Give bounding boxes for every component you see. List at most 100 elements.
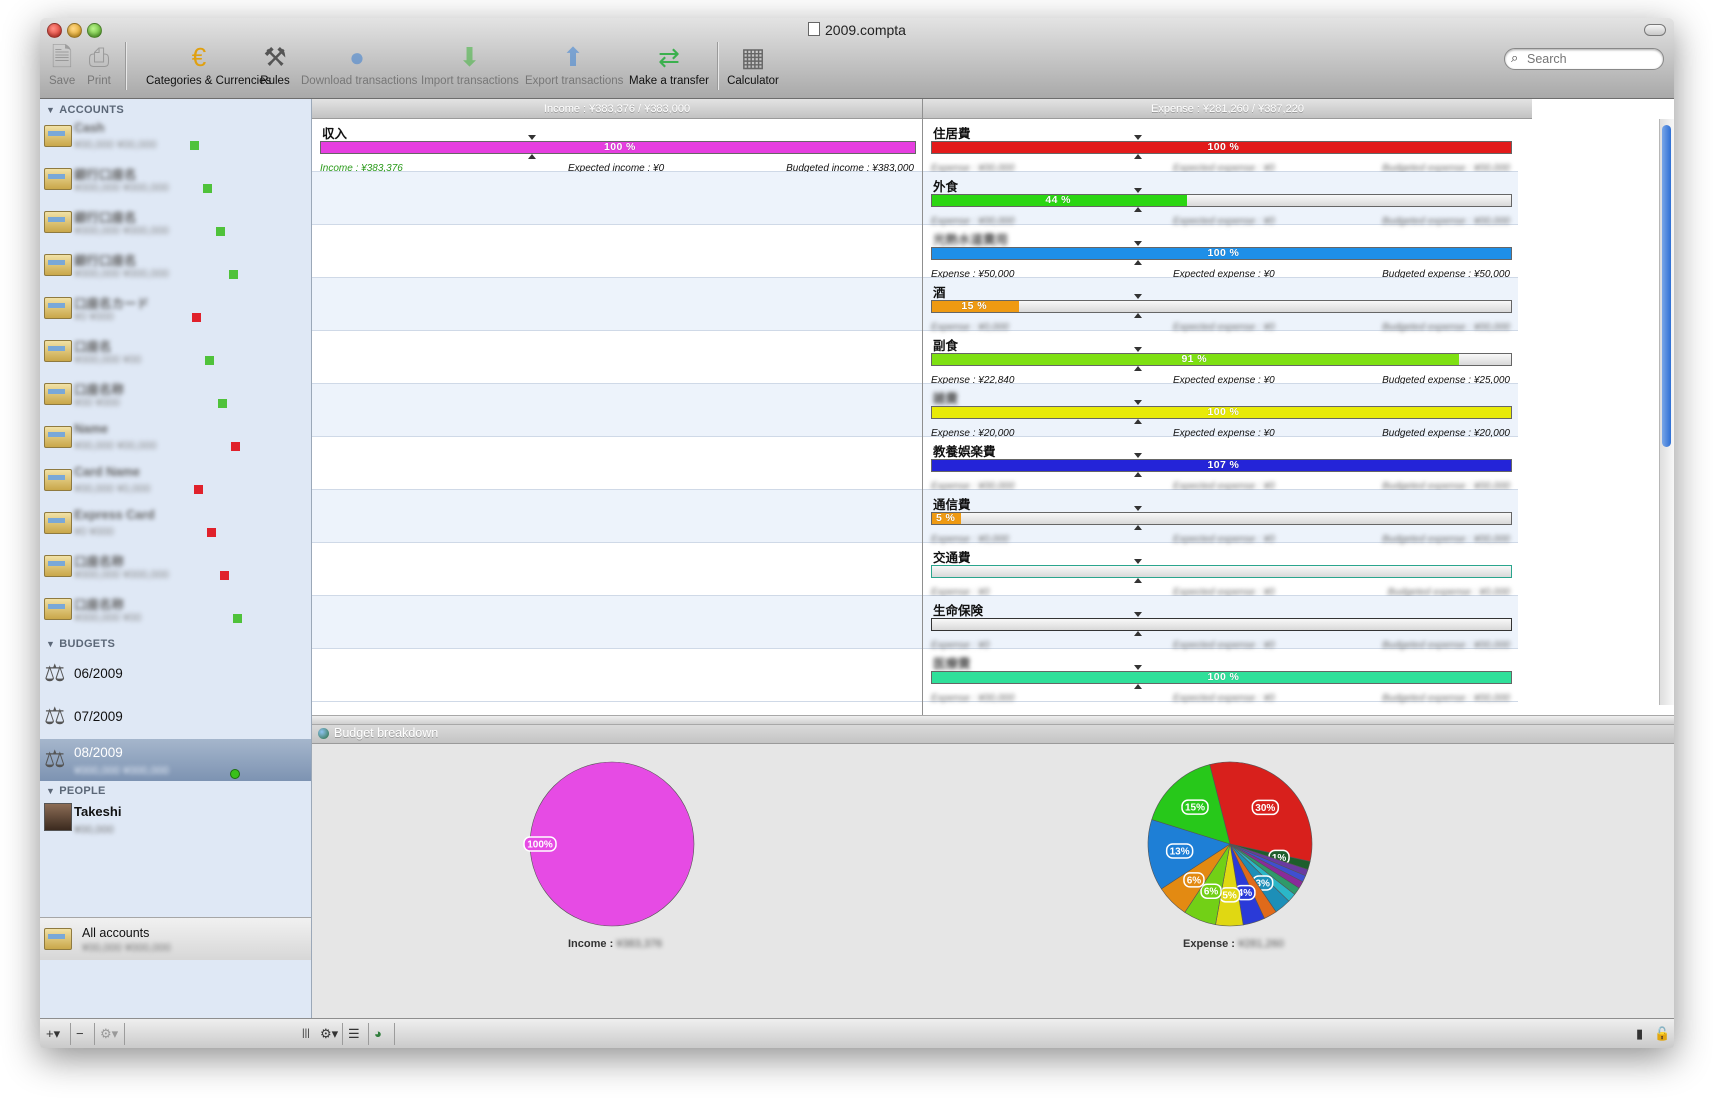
- print-button[interactable]: ⎙ Print: [84, 42, 114, 87]
- budget-category-row[interactable]: 収入 100 % Income : ¥383,376 Expected income …: [312, 119, 922, 174]
- sidebar-account-item[interactable]: Name ¥00,000 ¥00,000: [40, 418, 311, 461]
- budget-category-row[interactable]: 雑費 100 % Expense : ¥20,000 Expected expense…: [923, 384, 1518, 439]
- account-icon: [44, 340, 72, 362]
- account-status-indicator: [203, 184, 212, 193]
- account-icon: [44, 598, 72, 620]
- people-header-label: PEOPLE: [59, 785, 106, 797]
- avatar: [44, 803, 72, 831]
- accounts-section-header[interactable]: ▼ ACCOUNTS: [46, 104, 124, 116]
- budget-category-row[interactable]: 住居費 100 % Expense : ¥00,000 Expected expens…: [923, 119, 1518, 174]
- account-icon: [44, 168, 72, 190]
- all-accounts-subtitle: ¥00,000 ¥000,000: [82, 942, 171, 954]
- all-accounts-item[interactable]: All accounts ¥00,000 ¥000,000: [40, 917, 311, 960]
- pie-slice-label: 15%: [1181, 799, 1209, 815]
- expected-marker-icon: [1134, 347, 1142, 352]
- make-transfer-button[interactable]: ⇄ Make a transfer: [629, 42, 709, 87]
- calculator-button[interactable]: ▦ Calculator: [726, 42, 780, 87]
- import-transactions-button[interactable]: ⬇ Import transactions: [421, 42, 519, 87]
- budget-category-row[interactable]: 医療費 100 % Expense : ¥00,000 Expected expens…: [923, 649, 1518, 704]
- category-name: 交通費: [933, 551, 971, 565]
- window-title: 2009.compta: [40, 22, 1674, 38]
- import-transactions-label: Import transactions: [421, 75, 519, 87]
- gear-icon[interactable]: ⚙▾: [100, 1026, 118, 1042]
- account-icon: [44, 426, 72, 448]
- vertical-scrollbar[interactable]: [1659, 119, 1674, 705]
- budget-category-row[interactable]: 交通費 Expense : ¥0 Expected expense : ¥0 Budg…: [923, 543, 1518, 598]
- search-input[interactable]: [1525, 51, 1659, 67]
- remove-button[interactable]: −: [76, 1026, 84, 1041]
- budget-category-row[interactable]: 生命保険 Expense : ¥0 Expected expense : ¥0 Bud…: [923, 596, 1518, 651]
- sidebar-account-item[interactable]: 口座名称 ¥000,000 ¥000,000: [40, 547, 311, 590]
- budget-progress-bar: [931, 565, 1512, 578]
- account-icon: [44, 125, 72, 147]
- sidebar-account-item[interactable]: 銀行口座名 ¥000,000 ¥000,000: [40, 203, 311, 246]
- breakdown-header[interactable]: Budget breakdown: [312, 725, 1674, 744]
- account-name: Card Name: [74, 465, 140, 479]
- sidebar-account-item[interactable]: 銀行口座名 ¥000,000 ¥000,000: [40, 160, 311, 203]
- income-column-header[interactable]: Income : ¥383,376 / ¥383,000: [312, 99, 922, 119]
- sidebar-account-item[interactable]: 口座名称 ¥000,000 ¥00: [40, 590, 311, 633]
- rules-button[interactable]: ⚒ Rules: [260, 42, 290, 87]
- expected-marker-icon: [1134, 472, 1142, 477]
- people-section-header[interactable]: ▼ PEOPLE: [46, 785, 106, 797]
- toolbar-toggle-button[interactable]: [1644, 24, 1666, 36]
- categories-currencies-button[interactable]: € Categories & Currencies: [146, 42, 271, 87]
- sidebar-account-item[interactable]: 口座名カード ¥0 ¥000: [40, 289, 311, 332]
- toolbar-separator: [125, 42, 127, 90]
- sidebar-person-takeshi[interactable]: Takeshi ¥00,000: [40, 799, 311, 841]
- download-transactions-button[interactable]: ● Download transactions: [301, 42, 417, 87]
- save-button[interactable]: 🗎 Save: [49, 42, 75, 87]
- divider: [124, 1023, 125, 1045]
- search-field[interactable]: ⌕: [1504, 48, 1664, 70]
- list-icon[interactable]: ☰: [348, 1026, 360, 1042]
- globe-icon[interactable]: ◕: [374, 1026, 382, 1041]
- pie-label-text: 13%: [1170, 846, 1190, 857]
- budget-category-row[interactable]: 教養娯楽費 107 % Expense : ¥00,000 Expected expe…: [923, 437, 1518, 492]
- arrow-down-icon: ⬇: [458, 42, 481, 72]
- sidebar-account-item[interactable]: Card Name ¥00,000 ¥0,000: [40, 461, 311, 504]
- budget-category-row[interactable]: 副食 91 % Expense : ¥22,840 Expected expense …: [923, 331, 1518, 386]
- sidebar-account-item[interactable]: Express Card ¥0 ¥000: [40, 504, 311, 547]
- progress-percent-label: 100 %: [1207, 671, 1240, 683]
- empty-row: [312, 225, 922, 278]
- expected-marker-icon: [1134, 260, 1142, 265]
- account-balance: ¥0 ¥000: [74, 526, 114, 538]
- category-name: 光熱水道費用: [933, 233, 1009, 247]
- sidebar-budget-08-2009[interactable]: ⚖ 08/2009 ¥000,000 ¥000,000: [40, 739, 311, 781]
- sidebar-account-item[interactable]: 口座名称 ¥00 ¥000: [40, 375, 311, 418]
- budgets-section-header[interactable]: ▼ BUDGETS: [46, 638, 115, 650]
- sidebar-account-item[interactable]: 銀行口座名 ¥000,000 ¥000,000: [40, 246, 311, 289]
- arrow-up-icon: ⬆: [562, 42, 584, 72]
- pie-label-text: 100%: [527, 840, 553, 851]
- empty-row: [312, 278, 922, 331]
- sidebar-account-item[interactable]: Cash ¥00,000 ¥00,000: [40, 117, 311, 160]
- budget-category-row[interactable]: 通信費 5 % Expense : ¥0,000 Expected expense :…: [923, 490, 1518, 545]
- export-transactions-button[interactable]: ⬆ Export transactions: [525, 42, 623, 87]
- rules-label: Rules: [260, 75, 290, 87]
- budget-progress-bar: 100 %: [931, 406, 1512, 419]
- account-status-indicator: [216, 227, 225, 236]
- sidebar-budget-07-2009[interactable]: ⚖ 07/2009: [40, 696, 311, 738]
- budget-category-row[interactable]: 酒 15 % Expense : ¥0,000 Expected expense : …: [923, 278, 1518, 333]
- category-name: 副食: [933, 339, 959, 353]
- gear-icon[interactable]: ⚙▾: [320, 1026, 338, 1042]
- divider: [342, 1023, 343, 1045]
- expense-column-header[interactable]: Expense : ¥281,260 / ¥387,220: [923, 99, 1532, 119]
- sidebar-budget-06-2009[interactable]: ⚖ 06/2009: [40, 653, 311, 695]
- column-divider[interactable]: [922, 99, 923, 725]
- budget-progress-bar: 100 %: [931, 247, 1512, 260]
- budget-category-row[interactable]: 外食 44 % Expense : ¥00,000 Expected expense …: [923, 172, 1518, 227]
- resize-handle[interactable]: |||: [302, 1028, 310, 1039]
- expected-marker-icon: [1134, 294, 1142, 299]
- status-dot: [230, 769, 240, 779]
- account-balance: ¥00 ¥000: [74, 397, 120, 409]
- add-button[interactable]: +▾: [46, 1026, 60, 1042]
- budget-category-row[interactable]: 光熱水道費用 100 % Expense : ¥50,000 Expected exp…: [923, 225, 1518, 280]
- split-view-handle[interactable]: [312, 715, 1674, 725]
- sidebar-account-item[interactable]: 口座名 ¥000,000 ¥00: [40, 332, 311, 375]
- lock-icon[interactable]: 🔓: [1654, 1026, 1670, 1042]
- breakdown-title: Budget breakdown: [334, 726, 439, 740]
- expected-marker-icon: [1134, 135, 1142, 140]
- scrollbar-thumb[interactable]: [1662, 125, 1671, 447]
- account-name: 銀行口座名: [74, 211, 137, 225]
